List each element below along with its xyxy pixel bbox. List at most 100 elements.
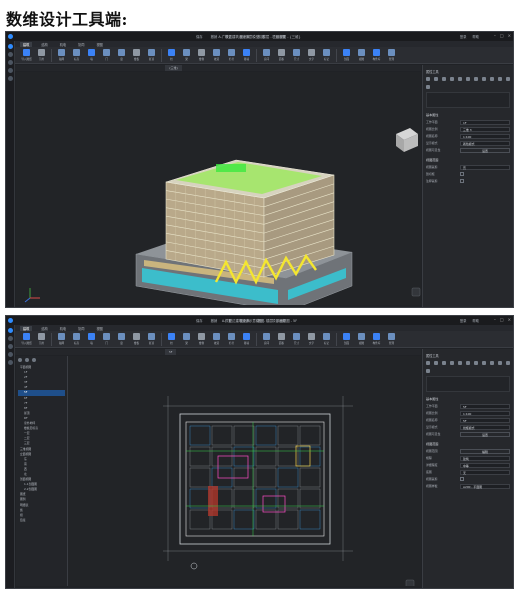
tool-library[interactable]: 构件库 — [370, 331, 383, 347]
tool-beam[interactable]: 梁 — [180, 331, 193, 347]
tool-floor[interactable]: 楼板 — [130, 331, 143, 347]
mirror-icon[interactable] — [450, 361, 454, 365]
project-icon[interactable] — [7, 336, 13, 341]
type-selector[interactable] — [426, 92, 510, 108]
tool-text[interactable]: 文字 — [305, 47, 318, 63]
prop-value[interactable]: 5F — [460, 417, 510, 423]
move-icon[interactable] — [426, 77, 430, 81]
tool-curtain[interactable]: 幕墙 — [240, 331, 253, 347]
tool-grid[interactable]: 轴网 — [55, 331, 68, 347]
tab-view[interactable]: 视图 — [94, 326, 106, 331]
tool-ramp[interactable]: 坡道 — [210, 47, 223, 63]
project-icon[interactable] — [7, 52, 13, 57]
doc-tab[interactable]: {三维} — [165, 65, 183, 71]
tool-beam[interactable]: 梁 — [180, 47, 193, 63]
tool-text[interactable]: 文字 — [305, 331, 318, 347]
section-box-checkbox[interactable] — [460, 172, 464, 176]
trim-icon[interactable] — [474, 361, 478, 365]
prop-value[interactable]: 中等 — [460, 462, 510, 468]
tool-level[interactable]: 标高 — [70, 331, 83, 347]
layers-icon[interactable] — [7, 344, 13, 349]
tool-view[interactable]: 视图 — [355, 331, 368, 347]
move-icon[interactable] — [426, 361, 430, 365]
prop-value[interactable]: A200 - 平面图 — [460, 483, 510, 489]
prop-value[interactable]: 否 — [460, 164, 510, 170]
tool-room[interactable]: 房间 — [260, 47, 273, 63]
tool-manage[interactable]: 管理 — [385, 47, 398, 63]
minimize-icon[interactable]: – — [494, 317, 496, 322]
trim-icon[interactable] — [474, 77, 478, 81]
prop-value[interactable]: 5F — [460, 403, 510, 409]
prop-value[interactable]: 三维 3 — [460, 126, 510, 132]
rotate-icon[interactable] — [442, 77, 446, 81]
tool-wall[interactable]: 墙 — [85, 47, 98, 63]
plan-viewport[interactable] — [68, 356, 421, 586]
tool-window[interactable]: 窗 — [115, 331, 128, 347]
components-icon[interactable] — [7, 352, 13, 357]
offset-icon[interactable] — [482, 77, 486, 81]
offset-icon[interactable] — [482, 361, 486, 365]
tool-ref[interactable]: 引用 — [35, 331, 48, 347]
tool-area[interactable]: 面积 — [275, 331, 288, 347]
tool-room[interactable]: 房间 — [260, 331, 273, 347]
array-icon[interactable] — [458, 361, 462, 365]
tab-structure[interactable]: 结构 — [38, 326, 50, 331]
pin-icon[interactable] — [498, 77, 502, 81]
tool-dimension[interactable]: 尺寸 — [290, 47, 303, 63]
tool-tag[interactable]: 标记 — [320, 331, 333, 347]
tab-mep[interactable]: 机电 — [57, 42, 69, 47]
tab-collab[interactable]: 协同 — [75, 42, 87, 47]
settings-icon[interactable] — [7, 360, 13, 365]
tool-wall[interactable]: 墙 — [85, 331, 98, 347]
tool-dimension[interactable]: 尺寸 — [290, 331, 303, 347]
tool-import[interactable]: 导入图纸 — [20, 47, 33, 63]
copy-icon[interactable] — [434, 361, 438, 365]
rotate-icon[interactable] — [442, 361, 446, 365]
login-link[interactable]: 登录 — [460, 318, 467, 323]
tool-railing[interactable]: 栏杆 — [225, 331, 238, 347]
maximize-icon[interactable]: □ — [500, 33, 504, 38]
prop-value[interactable]: 着色模式 — [460, 140, 510, 146]
prop-value[interactable]: 1F — [460, 119, 510, 125]
split-icon[interactable] — [506, 77, 510, 81]
home-icon[interactable] — [7, 44, 13, 49]
view-range-button[interactable]: 编辑 — [460, 448, 510, 454]
search-icon[interactable] — [25, 358, 29, 362]
visibility-settings-button[interactable]: 设置 — [460, 147, 510, 153]
tool-manage[interactable]: 管理 — [385, 331, 398, 347]
type-selector[interactable] — [426, 376, 510, 392]
tool-section[interactable]: 剖面 — [340, 47, 353, 63]
3d-viewport[interactable] — [16, 72, 421, 305]
mirror-icon[interactable] — [450, 77, 454, 81]
tool-section[interactable]: 剖面 — [340, 331, 353, 347]
tab-mep[interactable]: 机电 — [57, 326, 69, 331]
tool-column[interactable]: 柱 — [165, 47, 178, 63]
prop-value[interactable]: 线框模式 — [460, 424, 510, 430]
maximize-icon[interactable]: □ — [500, 317, 504, 322]
crop-checkbox[interactable] — [460, 477, 464, 481]
tool-stair[interactable]: 楼梯 — [195, 331, 208, 347]
scale-icon[interactable] — [426, 369, 430, 373]
tool-import[interactable]: 导入图纸 — [20, 331, 33, 347]
copy-icon[interactable] — [434, 77, 438, 81]
help-link[interactable]: 帮助 — [472, 34, 479, 39]
tool-ramp[interactable]: 坡道 — [210, 331, 223, 347]
tab-architecture[interactable]: 建筑 — [20, 325, 33, 331]
settings-icon[interactable] — [7, 76, 13, 81]
prop-value[interactable]: 1:100 — [460, 410, 510, 416]
tool-curtain[interactable]: 幕墙 — [240, 47, 253, 63]
visibility-settings-button[interactable]: 设置 — [460, 431, 510, 437]
tab-collab[interactable]: 协同 — [75, 326, 87, 331]
help-link[interactable]: 帮助 — [472, 318, 479, 323]
filter-icon[interactable] — [18, 358, 22, 362]
tab-view[interactable]: 视图 — [94, 42, 106, 47]
tool-ref[interactable]: 引用 — [35, 47, 48, 63]
split-icon[interactable] — [506, 361, 510, 365]
home-icon[interactable] — [7, 328, 13, 333]
prop-value[interactable]: 建筑 — [460, 455, 510, 461]
annotation-crop-checkbox[interactable] — [460, 179, 464, 183]
tool-roof[interactable]: 屋顶 — [145, 47, 158, 63]
tab-structure[interactable]: 结构 — [38, 42, 50, 47]
tool-door[interactable]: 门 — [100, 47, 113, 63]
tool-library[interactable]: 构件库 — [370, 47, 383, 63]
